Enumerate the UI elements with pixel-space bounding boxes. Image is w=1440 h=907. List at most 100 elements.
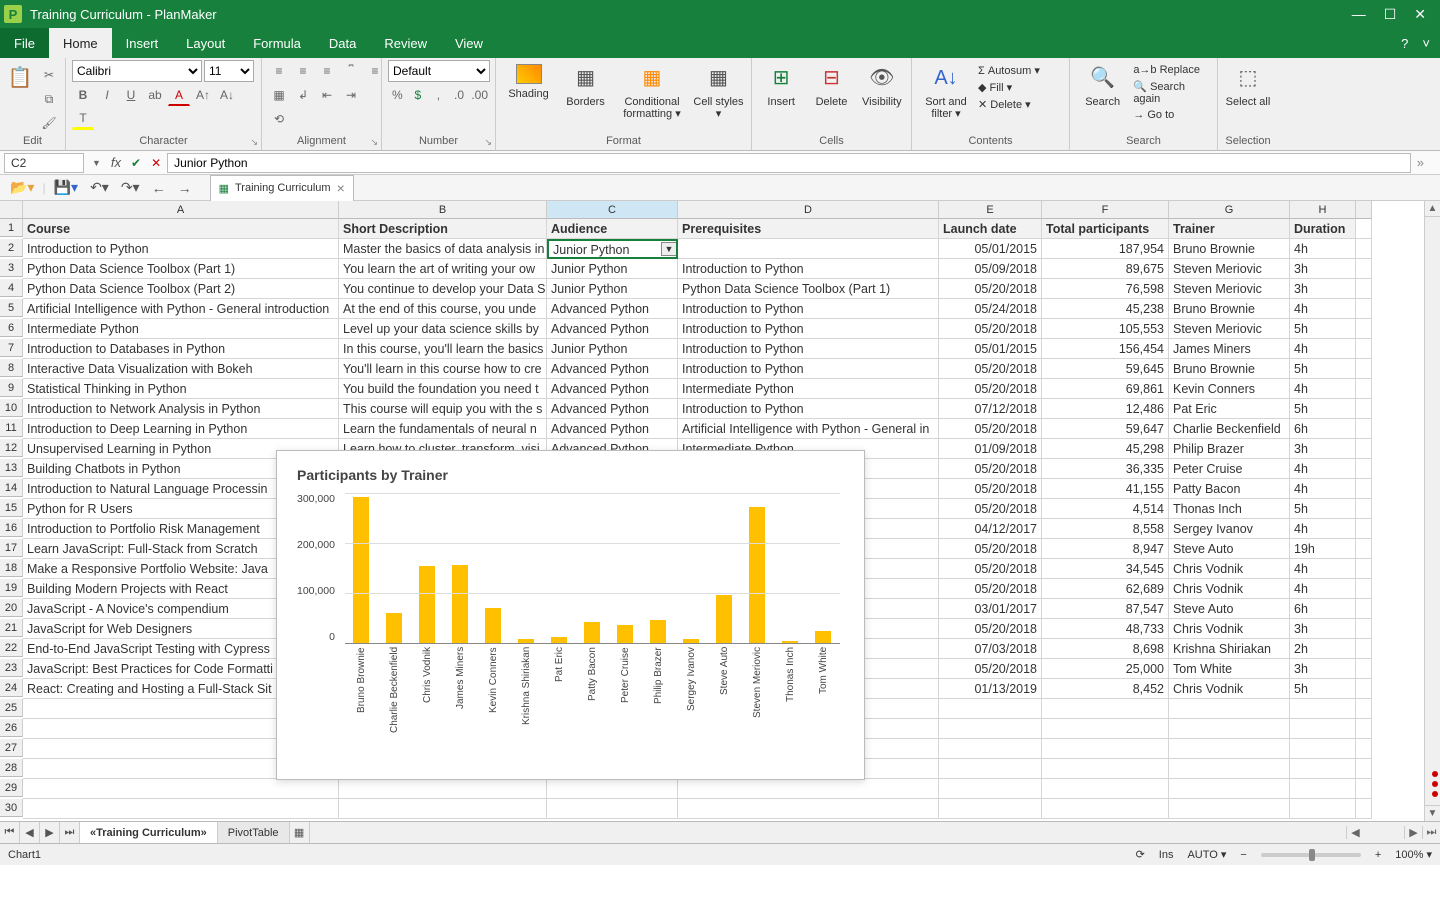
align-right-icon[interactable]: ≡	[316, 60, 338, 82]
cell[interactable]	[1290, 799, 1356, 819]
cell[interactable]: 5h	[1290, 319, 1356, 339]
cell[interactable]: You learn the art of writing your ow	[339, 259, 547, 279]
cell[interactable]	[339, 779, 547, 799]
cell[interactable]: Master the basics of data analysis in	[339, 239, 547, 259]
cell[interactable]	[939, 799, 1042, 819]
cell[interactable]: 05/20/2018	[939, 379, 1042, 399]
fill-button[interactable]: ◆ Fill ▾	[978, 81, 1040, 94]
cell[interactable]: Advanced Python	[547, 299, 678, 319]
cell[interactable]	[1356, 619, 1372, 639]
cell[interactable]: At the end of this course, you unde	[339, 299, 547, 319]
cell[interactable]: 105,553	[1042, 319, 1169, 339]
cell[interactable]	[1042, 739, 1169, 759]
cell[interactable]: 05/20/2018	[939, 479, 1042, 499]
cell[interactable]: 4h	[1290, 379, 1356, 399]
document-tab[interactable]: ▦ Training Curriculum ×	[210, 175, 354, 201]
hscroll-right[interactable]: ▶	[1404, 826, 1422, 839]
cell[interactable]	[1356, 539, 1372, 559]
cell[interactable]: 36,335	[1042, 459, 1169, 479]
cell[interactable]: 6h	[1290, 419, 1356, 439]
menu-review[interactable]: Review	[370, 28, 441, 58]
cell[interactable]	[1356, 439, 1372, 459]
cell[interactable]: Introduction to Python	[678, 299, 939, 319]
cell[interactable]	[939, 779, 1042, 799]
autosum-button[interactable]: Σ Autosum ▾	[978, 64, 1040, 77]
cell[interactable]: 187,954	[1042, 239, 1169, 259]
cell[interactable]	[939, 699, 1042, 719]
cell[interactable]: 05/20/2018	[939, 279, 1042, 299]
cell[interactable]: Advanced Python	[547, 399, 678, 419]
sheet-nav-prev[interactable]: ◀	[20, 822, 40, 843]
cell[interactable]: Level up your data science skills by	[339, 319, 547, 339]
cell[interactable]	[1290, 739, 1356, 759]
cell[interactable]: Sergey Ivanov	[1169, 519, 1290, 539]
menu-home[interactable]: Home	[49, 28, 112, 58]
scroll-down-icon[interactable]: ▼	[1425, 805, 1440, 821]
vertical-scrollbar[interactable]: ▲ ▼	[1424, 201, 1440, 821]
forward-icon[interactable]: →	[174, 180, 196, 196]
visibility-button[interactable]: 👁Visibility	[859, 60, 905, 108]
sheet-tab-new[interactable]: ▦	[290, 822, 310, 843]
cell[interactable]: 05/20/2018	[939, 619, 1042, 639]
col-header[interactable]: F	[1042, 201, 1169, 219]
cell[interactable]: 3h	[1290, 259, 1356, 279]
cell[interactable]	[1169, 719, 1290, 739]
menu-formula[interactable]: Formula	[239, 28, 315, 58]
cell[interactable]: 8,698	[1042, 639, 1169, 659]
cell[interactable]	[1169, 799, 1290, 819]
cell[interactable]: Peter Cruise	[1169, 459, 1290, 479]
accept-icon[interactable]: ✔	[127, 156, 145, 170]
cell[interactable]: 3h	[1290, 659, 1356, 679]
cell[interactable]	[547, 799, 678, 819]
cell[interactable]	[1290, 779, 1356, 799]
delete-contents-button[interactable]: ✕ Delete ▾	[978, 98, 1040, 111]
cell[interactable]	[1356, 399, 1372, 419]
cell[interactable]: This course will equip you with the s	[339, 399, 547, 419]
shading-button[interactable]: Shading	[502, 60, 555, 100]
cell[interactable]: 6h	[1290, 599, 1356, 619]
cell[interactable]	[1356, 479, 1372, 499]
cell[interactable]: 8,452	[1042, 679, 1169, 699]
cell[interactable]: 05/20/2018	[939, 659, 1042, 679]
cut-icon[interactable]: ✂	[38, 64, 60, 86]
format-painter-icon[interactable]: 🖌	[38, 112, 60, 134]
cell[interactable]: 01/13/2019	[939, 679, 1042, 699]
cell[interactable]: 01/09/2018	[939, 439, 1042, 459]
cell[interactable]: 4h	[1290, 479, 1356, 499]
cell[interactable]: Junior Python	[547, 279, 678, 299]
close-button[interactable]: ✕	[1414, 6, 1426, 23]
cell[interactable]: 05/01/2015	[939, 239, 1042, 259]
align-top-icon[interactable]: ⎴	[340, 60, 362, 82]
wrap-icon[interactable]: ↲	[292, 84, 314, 106]
cell[interactable]	[1356, 299, 1372, 319]
back-icon[interactable]: ←	[148, 180, 170, 196]
cell[interactable]: Philip Brazer	[1169, 439, 1290, 459]
paste-button[interactable]: 📋	[6, 60, 34, 92]
cell[interactable]: Thonas Inch	[1169, 499, 1290, 519]
replace-button[interactable]: a→b Replace	[1133, 64, 1211, 76]
cell[interactable]: 3h	[1290, 439, 1356, 459]
cell-reference-box[interactable]: C2	[4, 153, 84, 173]
cell[interactable]: Python Data Science Toolbox (Part 1)	[23, 259, 339, 279]
font-color-button[interactable]: A	[168, 84, 190, 106]
cell[interactable]	[1169, 779, 1290, 799]
sheet-nav-next[interactable]: ▶	[40, 822, 60, 843]
menu-data[interactable]: Data	[315, 28, 370, 58]
cell[interactable]: 19h	[1290, 539, 1356, 559]
cell[interactable]: 07/12/2018	[939, 399, 1042, 419]
cell[interactable]: 05/24/2018	[939, 299, 1042, 319]
cell[interactable]: 25,000	[1042, 659, 1169, 679]
cell[interactable]: 8,558	[1042, 519, 1169, 539]
table-header[interactable]: Short Description	[339, 219, 547, 239]
cell[interactable]	[1356, 759, 1372, 779]
cell[interactable]	[1356, 639, 1372, 659]
cell[interactable]: Python Data Science Toolbox (Part 1)	[678, 279, 939, 299]
hscroll-left[interactable]: ◀	[1346, 826, 1364, 839]
cell[interactable]	[1356, 599, 1372, 619]
cell[interactable]: Chris Vodnik	[1169, 579, 1290, 599]
font-size-select[interactable]: 11	[204, 60, 254, 82]
cell[interactable]: Introduction to Python	[678, 319, 939, 339]
percent-icon[interactable]: %	[388, 84, 407, 106]
cell[interactable]: 5h	[1290, 679, 1356, 699]
cell[interactable]: 4h	[1290, 459, 1356, 479]
